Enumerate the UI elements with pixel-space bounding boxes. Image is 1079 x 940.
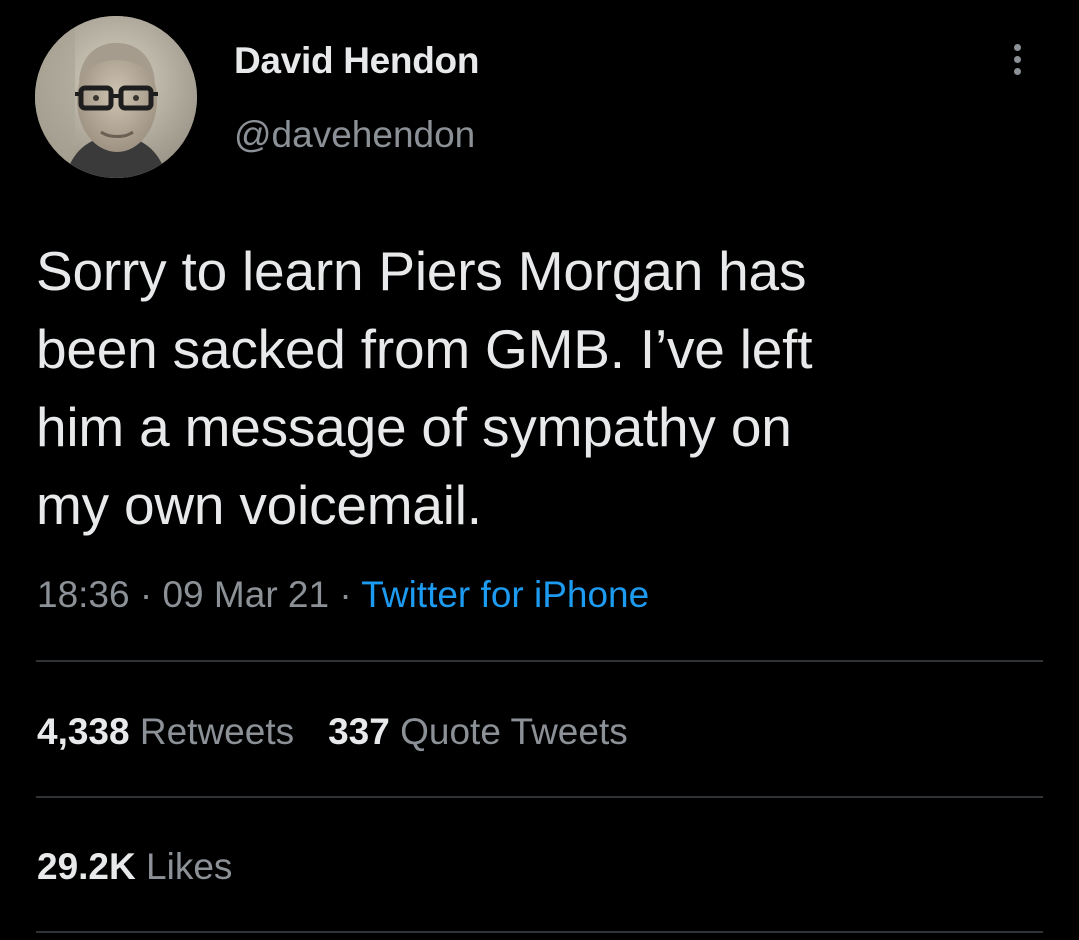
retweets-label: Retweets: [139, 711, 295, 752]
meta-separator: ·: [129, 574, 163, 615]
tweet-time[interactable]: 18:36: [37, 574, 130, 615]
tweet-text: Sorry to learn Piers Morgan has been sac…: [36, 232, 1036, 544]
engagement-stats-row: 4,338 Retweets 337 Quote Tweets: [37, 711, 628, 753]
tweet-metadata: 18:36 · 09 Mar 21 · Twitter for iPhone: [37, 574, 649, 616]
divider: [36, 931, 1043, 933]
tweet-text-line: Sorry to learn Piers Morgan has: [36, 240, 807, 302]
likes-stats-row: 29.2K Likes: [37, 846, 232, 888]
user-handle[interactable]: @davehendon: [234, 114, 475, 156]
quote-tweets-count: 337: [328, 711, 390, 752]
profile-photo-icon: [35, 16, 197, 178]
tweet-text-line: him a message of sympathy on: [36, 396, 792, 458]
tweet-date[interactable]: 09 Mar 21: [162, 574, 329, 615]
tweet-source-link[interactable]: Twitter for iPhone: [361, 574, 649, 615]
likes-count: 29.2K: [37, 846, 136, 887]
divider: [36, 660, 1043, 662]
display-name[interactable]: David Hendon: [234, 40, 479, 82]
retweets-count: 4,338: [37, 711, 130, 752]
likes-label: Likes: [146, 846, 233, 887]
tweet-text-line: been sacked from GMB. I’ve left: [36, 318, 813, 380]
avatar[interactable]: [35, 16, 197, 178]
tweet-text-line: my own voicemail.: [36, 474, 482, 536]
more-vertical-icon[interactable]: [1003, 44, 1031, 88]
likes-stat[interactable]: 29.2K Likes: [37, 846, 232, 887]
tweet-detail: David Hendon @davehendon Sorry to learn …: [0, 0, 1079, 940]
retweets-stat[interactable]: 4,338 Retweets: [37, 711, 294, 752]
quote-tweets-stat[interactable]: 337 Quote Tweets: [328, 711, 628, 752]
quote-tweets-label: Quote Tweets: [400, 711, 628, 752]
meta-separator: ·: [329, 574, 362, 615]
divider: [36, 796, 1043, 798]
